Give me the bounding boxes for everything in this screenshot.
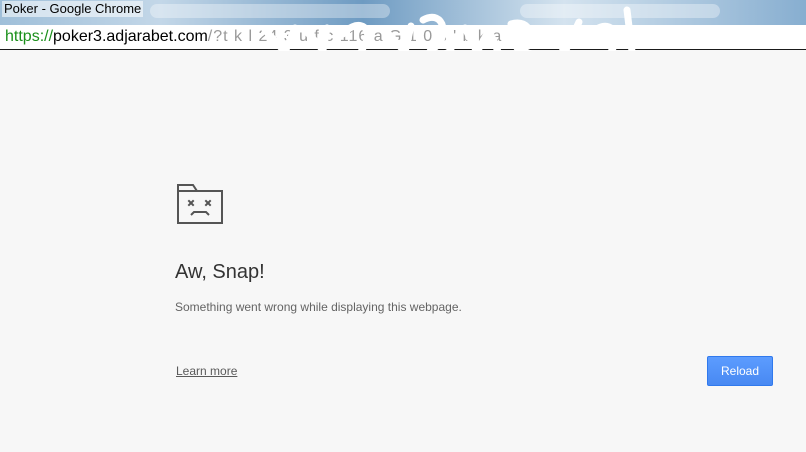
error-page: Aw, Snap! Something went wrong while dis… bbox=[0, 51, 806, 452]
url-text[interactable]: https://poker3.adjarabet.com/?t k l 24 3… bbox=[5, 28, 502, 46]
titlebar-glass-streak bbox=[520, 4, 720, 18]
url-scheme: https:// bbox=[5, 28, 54, 45]
error-heading: Aw, Snap! bbox=[175, 261, 265, 283]
sad-folder-icon bbox=[177, 184, 223, 224]
reload-button[interactable]: Reload bbox=[707, 356, 773, 386]
window-title: Poker - Google Chrome bbox=[2, 1, 144, 17]
address-bar[interactable]: https://poker3.adjarabet.com/?t k l 24 3… bbox=[0, 25, 806, 50]
url-path: /?t k l 24 3 u f c 116 a G 1 0 s ' b k a bbox=[207, 28, 503, 45]
window-titlebar[interactable]: Poker - Google Chrome bbox=[0, 0, 806, 25]
titlebar-glass-streak bbox=[150, 4, 390, 18]
error-message: Something went wrong while displaying th… bbox=[175, 300, 462, 314]
learn-more-link[interactable]: Learn more bbox=[176, 364, 237, 378]
url-host: poker3.adjarabet.com bbox=[53, 28, 208, 45]
